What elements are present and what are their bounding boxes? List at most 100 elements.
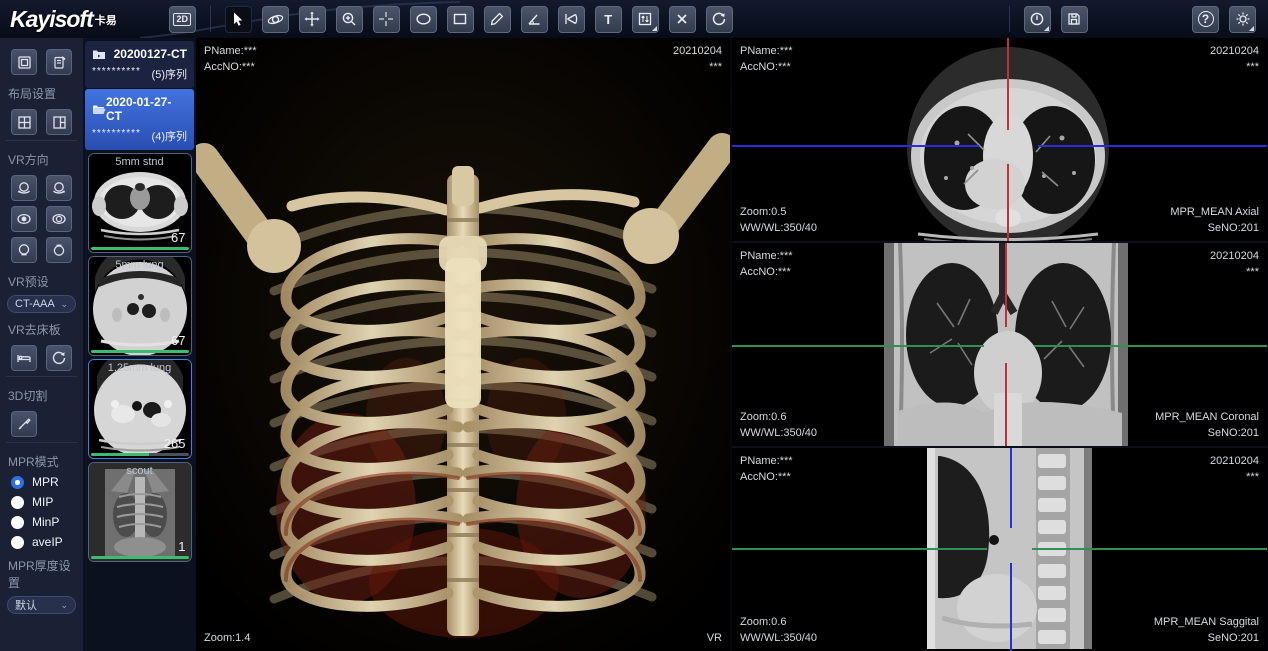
- thumbnail-progress: [91, 350, 189, 353]
- delete-tool-button[interactable]: [669, 6, 696, 33]
- sagittal-crosshair-horizontal[interactable]: [1032, 548, 1267, 550]
- mpr-mode-radio-aveip[interactable]: aveIP: [0, 532, 83, 552]
- remove-bed-button[interactable]: [11, 345, 37, 371]
- vr-front-view-icon: [16, 211, 32, 227]
- vr-back-view-button[interactable]: [46, 206, 72, 232]
- axial-crosshair-vertical[interactable]: [1007, 164, 1009, 241]
- rectangle-tool-button[interactable]: [447, 6, 474, 33]
- cut-3d-label: 3D切割: [0, 382, 83, 406]
- split-layout-button[interactable]: [46, 109, 72, 135]
- vr-preset-select[interactable]: CT-AAA⌄: [7, 295, 76, 313]
- toolbar-session-group: [1005, 6, 1098, 33]
- open-folder-icon: [92, 104, 106, 115]
- thumbnail-progress-fill: [91, 556, 189, 559]
- vr-preset-value: CT-AAA: [15, 298, 55, 310]
- pencil-tool-button[interactable]: [484, 6, 511, 33]
- pan-icon: [304, 11, 320, 27]
- reset-bed-icon: [51, 350, 67, 366]
- study-patient-masked: **********: [92, 128, 141, 144]
- layout-2d-button[interactable]: 2D: [169, 6, 196, 33]
- axial-crosshair-horizontal[interactable]: [732, 145, 979, 147]
- screen-layout-icon: [17, 55, 32, 70]
- series-thumbnail-5mm-stnd[interactable]: 5mm stnd 67: [88, 153, 192, 253]
- vr-front-view-button[interactable]: [11, 206, 37, 232]
- cobb-angle-tool-button[interactable]: [558, 6, 585, 33]
- mpr-axial-viewport[interactable]: PName:*** AccNO:*** 20210204 *** Zoom:0.…: [732, 38, 1267, 241]
- pencil-icon: [489, 11, 505, 27]
- rotate-3d-icon: [267, 11, 284, 28]
- text-tool-button[interactable]: T: [595, 6, 622, 33]
- sagittal-crosshair-vertical[interactable]: [1010, 563, 1012, 651]
- vr-foot-view-button[interactable]: [46, 237, 72, 263]
- angle-icon: [526, 11, 542, 27]
- pan-tool-button[interactable]: [299, 6, 326, 33]
- sagittal-crosshair-vertical[interactable]: [1010, 448, 1012, 528]
- cobb-angle-icon: [563, 11, 579, 27]
- app-logo: Kayisoft卡易: [10, 6, 117, 33]
- series-thumbnail-125mm-lung[interactable]: 1.25mm lung 265: [88, 359, 192, 459]
- radio-label: MPR: [32, 475, 59, 489]
- radio-unchecked-icon: [11, 536, 24, 549]
- reset-bed-button[interactable]: [46, 345, 72, 371]
- mpr-mode-radio-minp[interactable]: MinP: [0, 512, 83, 532]
- thumbnail-progress: [91, 556, 189, 559]
- screen-layout-button[interactable]: [11, 49, 37, 75]
- vr-rotate-right-button[interactable]: [46, 175, 72, 201]
- thumbnail-label: scout: [89, 465, 191, 477]
- power-button[interactable]: [1024, 6, 1051, 33]
- reset-tool-button[interactable]: [706, 6, 733, 33]
- report-button[interactable]: [46, 49, 72, 75]
- sagittal-crosshair-horizontal[interactable]: [732, 548, 987, 550]
- vr-rendering: [196, 38, 730, 651]
- axial-crosshair-horizontal[interactable]: [1038, 145, 1267, 147]
- cut-knife-button[interactable]: [11, 411, 37, 437]
- series-thumbnail-scout[interactable]: scout 1: [88, 462, 192, 562]
- coronal-crosshair-vertical[interactable]: [1005, 363, 1007, 446]
- study-item-1[interactable]: 20200127-CT **********(5)序列: [85, 41, 194, 88]
- radio-label: MIP: [32, 495, 53, 509]
- left-sidebar: 布局设置 VR方向: [0, 38, 83, 651]
- mpr-mode-radio-mip[interactable]: MIP: [0, 492, 83, 512]
- mpr-thickness-select[interactable]: 默认⌄: [7, 596, 76, 614]
- vr-viewport[interactable]: PName:*** AccNO:*** 20210204 *** Zoom:1.…: [196, 38, 730, 651]
- save-button[interactable]: [1061, 6, 1088, 33]
- settings-button[interactable]: [1229, 6, 1256, 33]
- axial-crosshair-vertical[interactable]: [1007, 38, 1009, 130]
- thumbnail-slice-count: 67: [171, 333, 185, 348]
- radio-unchecked-icon: [11, 496, 24, 509]
- bed-icon: [16, 350, 32, 366]
- toolbar-separator: [1009, 6, 1010, 32]
- ellipse-tool-button[interactable]: [410, 6, 437, 33]
- window-level-tool-button[interactable]: [632, 6, 659, 33]
- mpr-mode-radio-mpr[interactable]: MPR: [0, 472, 83, 492]
- mpr-sagittal-viewport[interactable]: PName:*** AccNO:*** 20210204 *** Zoom:0.…: [732, 448, 1267, 651]
- vr-preset-label: VR预设: [0, 268, 83, 292]
- mpr-coronal-viewport[interactable]: PName:*** AccNO:*** 20210204 *** Zoom:0.…: [732, 243, 1267, 446]
- zoom-in-tool-button[interactable]: [336, 6, 363, 33]
- help-button[interactable]: ?: [1192, 6, 1219, 33]
- angle-tool-button[interactable]: [521, 6, 548, 33]
- chevron-down-icon: ⌄: [60, 600, 68, 611]
- coronal-crosshair-horizontal[interactable]: [732, 345, 984, 347]
- grid-layout-button[interactable]: [11, 109, 37, 135]
- rotate-3d-tool-button[interactable]: [262, 6, 289, 33]
- mpr-thickness-label: MPR厚度设置: [0, 552, 83, 593]
- crosshair-tool-button[interactable]: [373, 6, 400, 33]
- help-icon: ?: [1198, 11, 1214, 27]
- coronal-crosshair-horizontal[interactable]: [1034, 345, 1267, 347]
- coronal-crosshair-vertical[interactable]: [1005, 243, 1007, 327]
- vr-foot-view-icon: [51, 242, 67, 258]
- app-logo-text: Kayisoft: [10, 6, 93, 32]
- vr-rotate-left-button[interactable]: [11, 175, 37, 201]
- top-toolbar: Kayisoft卡易 2D: [0, 0, 1268, 38]
- study-item-2[interactable]: 2020-01-27-CT **********(4)序列: [85, 89, 194, 150]
- cursor-tool-button[interactable]: [225, 6, 252, 33]
- series-thumbnail-5mm-lung[interactable]: 5mm lung 67: [88, 256, 192, 356]
- folder-icon: [92, 49, 106, 60]
- study-title: 20200127-CT: [114, 47, 187, 61]
- radio-label: aveIP: [32, 535, 63, 549]
- report-icon: [52, 55, 67, 70]
- toolbar-help-group: ?: [1192, 6, 1258, 33]
- vr-head-view-button[interactable]: [11, 237, 37, 263]
- thumbnail-progress: [91, 453, 189, 456]
